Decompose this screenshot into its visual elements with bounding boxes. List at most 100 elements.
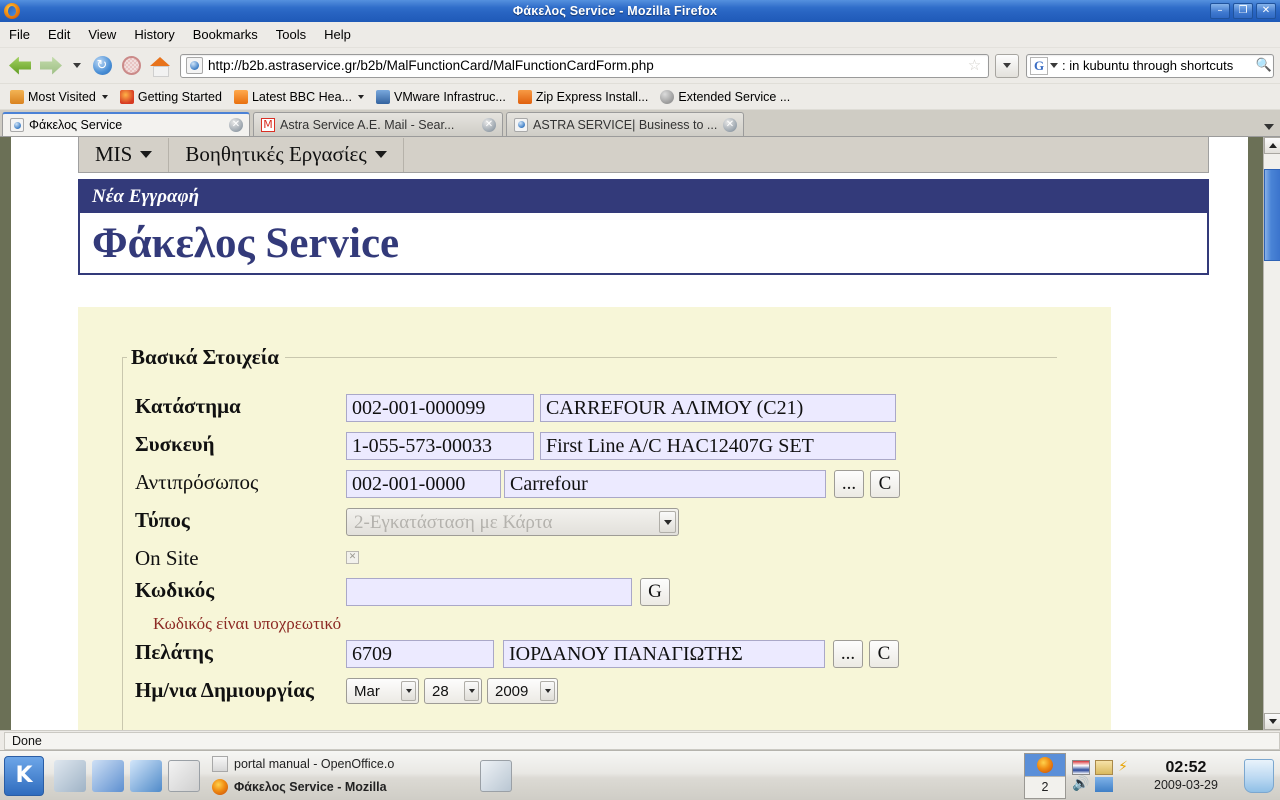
task-portal-manual[interactable]: portal manual - OpenOffice.o <box>212 754 472 774</box>
katastima-code-input[interactable]: 002-001-000099 <box>346 394 534 422</box>
field-row-imnia-dimiourgias: Ημ/νια Δημιουργίας Mar 28 2009 <box>131 678 558 704</box>
home-button[interactable] <box>147 53 173 79</box>
kodikos-input[interactable] <box>346 578 632 606</box>
google-search-engine-icon[interactable]: G <box>1030 56 1048 75</box>
battery-icon[interactable]: ⚡ <box>1118 760 1128 775</box>
pager-active-desktop[interactable] <box>1025 753 1065 776</box>
menu-bookmarks[interactable]: Bookmarks <box>184 25 267 44</box>
text-editor-icon[interactable] <box>92 759 124 792</box>
quick-launch-area <box>54 759 200 792</box>
forward-arrow-icon <box>40 56 62 75</box>
scrollbar-thumb[interactable] <box>1264 169 1280 261</box>
bookmark-vmware[interactable]: VMware Infrastruc... <box>370 88 512 106</box>
desktop-pager[interactable]: 2 <box>1024 752 1066 799</box>
typos-select[interactable]: 2-Εγκατάσταση με Κάρτα <box>346 508 679 536</box>
task-fakelos-service[interactable]: Φάκελος Service - Mozilla <box>212 777 472 797</box>
vmware-icon <box>376 89 390 104</box>
navigation-toolbar: ↻ http://b2b.astraservice.gr/b2b/MalFunc… <box>0 48 1280 84</box>
menu-help[interactable]: Help <box>315 25 360 44</box>
date-month-select[interactable]: Mar <box>346 678 419 704</box>
pelatis-name-input[interactable]: ΙΟΡΔΑΝΟΥ ΠΑΝΑΓΙΩΤΗΣ <box>503 640 825 668</box>
keyboard-layout-us-icon[interactable] <box>1072 759 1090 775</box>
klipper-icon[interactable] <box>1095 759 1113 775</box>
stop-button[interactable] <box>118 53 144 79</box>
url-input[interactable]: http://b2b.astraservice.gr/b2b/MalFuncti… <box>208 58 966 73</box>
syskevi-code-input[interactable]: 1-055-573-00033 <box>346 432 534 460</box>
page-scrollbar[interactable] <box>1263 137 1280 730</box>
pelatis-browse-button[interactable]: ... <box>833 640 863 668</box>
terminal-window-icon[interactable] <box>480 759 512 792</box>
task-label: portal manual - OpenOffice.o <box>234 757 395 771</box>
bookmark-most-visited[interactable]: Most Visited <box>4 88 114 106</box>
taskbar-clock[interactable]: 02:52 2009-03-29 <box>1134 758 1238 793</box>
date-year-select[interactable]: 2009 <box>487 678 558 704</box>
window-task-list: portal manual - OpenOffice.o Φάκελος Ser… <box>212 754 472 797</box>
url-bar[interactable]: http://b2b.astraservice.gr/b2b/MalFuncti… <box>180 53 989 78</box>
fieldset-legend: Βασικά Στοιχεία <box>131 345 280 369</box>
kmix-icon[interactable] <box>1095 776 1113 792</box>
antiprosopos-code-input[interactable]: 002-001-0000 <box>346 470 501 498</box>
scroll-down-button[interactable] <box>1264 713 1280 730</box>
chevron-down-icon[interactable] <box>1050 63 1058 68</box>
bookmark-latest-bbc[interactable]: Latest BBC Hea... <box>228 88 370 106</box>
pelatis-code-input[interactable]: 6709 <box>346 640 494 668</box>
kodikos-generate-button[interactable]: G <box>640 578 670 606</box>
tab-fakelos-service[interactable]: Φάκελος Service ✕ <box>2 112 250 136</box>
bookmark-zip-express[interactable]: Zip Express Install... <box>512 88 655 106</box>
syskevi-name-input[interactable]: First Line A/C HAC12407G SET <box>540 432 896 460</box>
close-button[interactable]: ✕ <box>1256 3 1276 19</box>
reload-button[interactable]: ↻ <box>89 53 115 79</box>
search-input[interactable]: : in kubuntu through shortcuts <box>1062 58 1255 73</box>
maximize-button[interactable]: ❐ <box>1233 3 1253 19</box>
chevron-down-icon <box>540 681 555 701</box>
page-subtitle: Νέα Εγγραφή <box>80 181 1207 213</box>
antiprosopos-name-input[interactable]: Carrefour <box>504 470 826 498</box>
tab-astra-b2b[interactable]: ASTRA SERVICE| Business to ... ✕ <box>506 112 744 136</box>
close-icon[interactable]: ✕ <box>723 117 737 132</box>
search-icon[interactable]: 🔍 <box>1255 58 1273 73</box>
system-monitor-icon[interactable] <box>54 759 86 792</box>
browser-viewport: MIS Βοηθητικές Εργασίες Νέα Εγγραφή Φάκε… <box>0 137 1280 730</box>
tab-overflow-icon[interactable] <box>1264 124 1274 130</box>
field-row-typos: Τύπος 2-Εγκατάσταση με Κάρτα <box>131 508 679 536</box>
terminal-icon[interactable] <box>168 759 200 792</box>
field-label-katastima: Κατάστημα <box>135 394 241 418</box>
menu-view[interactable]: View <box>79 25 125 44</box>
menu-history[interactable]: History <box>125 25 183 44</box>
close-icon[interactable]: ✕ <box>482 117 496 132</box>
desktop-root: Φάκελος Service - Mozilla Firefox – ❐ ✕ … <box>0 0 1280 800</box>
search-bar[interactable]: G : in kubuntu through shortcuts 🔍 <box>1026 53 1274 78</box>
volume-icon[interactable]: 🔊 <box>1072 777 1090 792</box>
menu-file[interactable]: File <box>0 25 39 44</box>
broken-image-icon[interactable]: ✕ <box>346 551 359 564</box>
kde-menu-button[interactable]: K <box>4 755 44 796</box>
field-label-on-site: On Site <box>135 546 199 570</box>
chevron-down-icon[interactable] <box>73 63 81 68</box>
bookmark-label: Latest BBC Hea... <box>251 89 352 104</box>
bookmark-extended-service[interactable]: Extended Service ... <box>654 88 796 106</box>
close-icon[interactable]: ✕ <box>229 118 243 132</box>
bookmark-star-icon[interactable]: ☆ <box>966 57 983 74</box>
katastima-name-input[interactable]: CARREFOUR ΑΛΙΜΟΥ (C21) <box>540 394 896 422</box>
chevron-down-icon <box>140 151 153 158</box>
nav-item-mis[interactable]: MIS <box>79 137 170 172</box>
go-button[interactable] <box>995 53 1019 78</box>
pelatis-clear-button[interactable]: C <box>869 640 899 668</box>
date-day-select[interactable]: 28 <box>424 678 482 704</box>
minimize-button[interactable]: – <box>1210 3 1230 19</box>
nav-item-voithitikes-ergasies[interactable]: Βοηθητικές Εργασίες <box>169 137 404 172</box>
menu-tools[interactable]: Tools <box>267 25 315 44</box>
trash-icon[interactable] <box>1244 758 1274 793</box>
back-button[interactable] <box>6 52 34 80</box>
firefox-tray-icon <box>1037 756 1053 773</box>
bookmark-getting-started[interactable]: Getting Started <box>114 88 228 106</box>
nav-item-label: Βοηθητικές Εργασίες <box>185 142 367 166</box>
tab-astra-mail[interactable]: M Astra Service A.E. Mail - Sear... ✕ <box>253 112 503 136</box>
forward-button[interactable] <box>37 52 65 80</box>
network-icon[interactable] <box>130 759 162 792</box>
antiprosopos-clear-button[interactable]: C <box>870 470 900 498</box>
antiprosopos-browse-button[interactable]: ... <box>834 470 864 498</box>
pager-desktop-number[interactable]: 2 <box>1025 775 1065 798</box>
scroll-up-button[interactable] <box>1264 137 1280 154</box>
menu-edit[interactable]: Edit <box>39 25 79 44</box>
